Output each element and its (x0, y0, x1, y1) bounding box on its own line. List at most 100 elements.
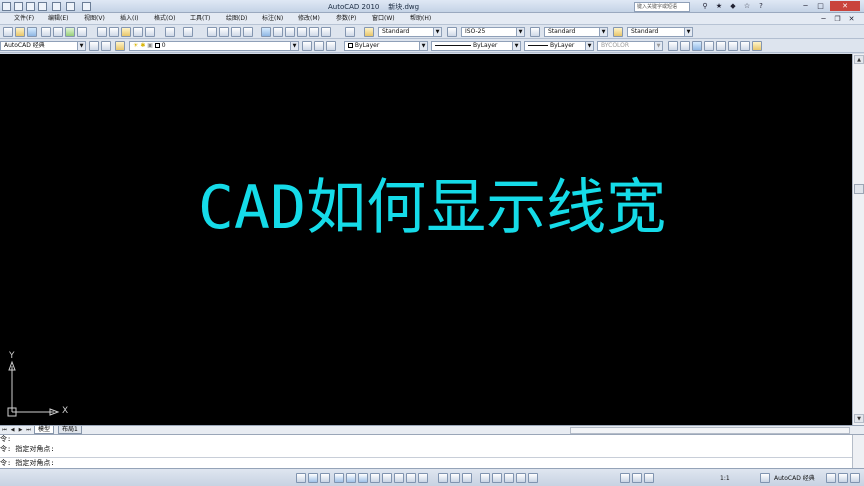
menu-draw[interactable]: 绘图(D) (226, 14, 247, 24)
match-properties-icon[interactable] (133, 27, 143, 37)
layer-merge-icon[interactable] (740, 41, 750, 51)
minimize-icon[interactable]: ─ (800, 1, 811, 11)
plot-style-select[interactable]: BYCOLOR ▼ (597, 41, 663, 51)
redo-icon[interactable] (183, 27, 193, 37)
undo-icon[interactable] (52, 2, 61, 11)
layer-isolate-icon[interactable] (680, 41, 690, 51)
toolbar-lock-icon[interactable] (826, 473, 836, 483)
quick-view-drawings-icon[interactable] (462, 473, 472, 483)
sheet-set-icon[interactable] (297, 27, 307, 37)
command-scrollbar[interactable] (852, 435, 864, 469)
quick-view-layouts-icon[interactable] (450, 473, 460, 483)
layer-select[interactable]: ☀ ✱ ▣ 0 ▼ (129, 41, 299, 51)
menu-edit[interactable]: 编辑(E) (48, 14, 68, 24)
layer-states-icon[interactable] (326, 41, 336, 51)
menu-help[interactable]: 帮助(H) (410, 14, 431, 24)
object-snap-icon[interactable] (358, 473, 368, 483)
annotation-visibility-icon[interactable] (528, 473, 538, 483)
clean-screen-icon[interactable] (850, 473, 860, 483)
pan-icon[interactable] (207, 27, 217, 37)
tab-model[interactable]: 模型 (34, 426, 55, 434)
layer-freeze-tool-icon[interactable] (704, 41, 714, 51)
qnew-icon[interactable] (3, 27, 13, 37)
maximize-icon[interactable]: □ (815, 1, 826, 11)
redo-icon[interactable] (66, 2, 75, 11)
zoom-previous-icon[interactable] (243, 27, 253, 37)
canvas-vertical-scrollbar[interactable]: ▲ ▼ (852, 54, 864, 425)
tab-last-icon[interactable]: ⏭ (25, 427, 32, 434)
communication-center-icon[interactable]: ◆ (728, 2, 738, 11)
cut-icon[interactable] (97, 27, 107, 37)
doc-close-icon[interactable]: ✕ (846, 14, 857, 24)
workspace-status-label[interactable]: AutoCAD 经典 (774, 474, 815, 483)
showmotion-icon[interactable] (516, 473, 526, 483)
menu-dimension[interactable]: 标注(N) (262, 14, 283, 24)
close-icon[interactable]: ✕ (830, 1, 860, 11)
command-prompt[interactable]: 令: 指定对角点: (0, 459, 55, 468)
save-icon[interactable] (27, 27, 37, 37)
zoom-realtime-icon[interactable] (219, 27, 229, 37)
subscription-icon[interactable]: ★ (714, 2, 724, 11)
linetype-select[interactable]: ByLayer ▼ (431, 41, 521, 51)
dim-style-select[interactable]: ISO-25 ▼ (461, 27, 525, 37)
properties-icon[interactable] (261, 27, 271, 37)
workspace-settings-icon[interactable] (89, 41, 99, 51)
quickcalc-icon[interactable] (321, 27, 331, 37)
annotation-scale-value[interactable]: 1:1 (720, 474, 730, 483)
make-current-layer-icon[interactable] (302, 41, 312, 51)
dynamic-ucs-icon[interactable] (382, 473, 392, 483)
doc-minimize-icon[interactable]: ─ (818, 14, 829, 24)
menu-format[interactable]: 格式(O) (154, 14, 175, 24)
workspace-switch-icon[interactable] (760, 473, 770, 483)
plot-icon[interactable] (41, 27, 51, 37)
layer-previous-icon[interactable] (314, 41, 324, 51)
annotation-sync-icon[interactable] (644, 473, 654, 483)
open-icon[interactable] (15, 27, 25, 37)
scroll-thumb[interactable] (854, 184, 864, 194)
grid-display-icon[interactable] (320, 473, 330, 483)
menu-modify[interactable]: 修改(M) (298, 14, 320, 24)
tab-layout1[interactable]: 布局1 (58, 426, 82, 434)
new-file-icon[interactable] (14, 2, 23, 11)
polar-tracking-icon[interactable] (346, 473, 356, 483)
plot-preview-icon[interactable] (53, 27, 63, 37)
lineweight-select[interactable]: ByLayer ▼ (524, 41, 594, 51)
layer-walk-icon[interactable] (692, 41, 702, 51)
copy-icon[interactable] (109, 27, 119, 37)
quick-properties-icon[interactable] (418, 473, 428, 483)
auto-scale-icon[interactable] (632, 473, 642, 483)
layer-delete-icon[interactable] (752, 41, 762, 51)
properties-tool-icon[interactable] (668, 41, 678, 51)
ortho-mode-icon[interactable] (334, 473, 344, 483)
model-space-icon[interactable] (438, 473, 448, 483)
undo-icon[interactable] (165, 27, 175, 37)
app-menu-icon[interactable] (2, 2, 11, 11)
lineweight-toggle-icon[interactable] (406, 473, 416, 483)
layer-off-tool-icon[interactable] (716, 41, 726, 51)
snap-mode-icon[interactable] (308, 473, 318, 483)
canvas-horizontal-scrollbar[interactable] (570, 427, 850, 434)
command-window[interactable]: 令: 令: 指定对角点: 令: 指定对角点: (0, 434, 864, 469)
layer-lock-tool-icon[interactable] (728, 41, 738, 51)
table-style-select[interactable]: Standard ▼ (544, 27, 608, 37)
annotation-scale-icon[interactable] (620, 473, 630, 483)
dynamic-input-icon[interactable] (394, 473, 404, 483)
binoculars-icon[interactable]: ⚲ (700, 2, 710, 11)
workspace-sync-icon[interactable] (101, 41, 111, 51)
tool-palettes-icon[interactable] (285, 27, 295, 37)
open-file-icon[interactable] (26, 2, 35, 11)
help-search-input[interactable]: 键入关键字或短语 (634, 2, 690, 12)
menu-insert[interactable]: 插入(I) (120, 14, 138, 24)
plot-icon[interactable] (82, 2, 91, 11)
tab-next-icon[interactable]: ▶ (17, 427, 24, 434)
design-center-icon[interactable] (273, 27, 283, 37)
menu-view[interactable]: 视图(V) (84, 14, 105, 24)
steering-wheel-icon[interactable] (504, 473, 514, 483)
zoom-window-icon[interactable] (231, 27, 241, 37)
help-icon[interactable]: ? (756, 2, 766, 11)
save-icon[interactable] (38, 2, 47, 11)
workspace-select[interactable]: AutoCAD 经典 ▼ (0, 41, 86, 51)
menu-tools[interactable]: 工具(T) (190, 14, 210, 24)
zoom-status-icon[interactable] (492, 473, 502, 483)
block-editor-icon[interactable] (145, 27, 155, 37)
